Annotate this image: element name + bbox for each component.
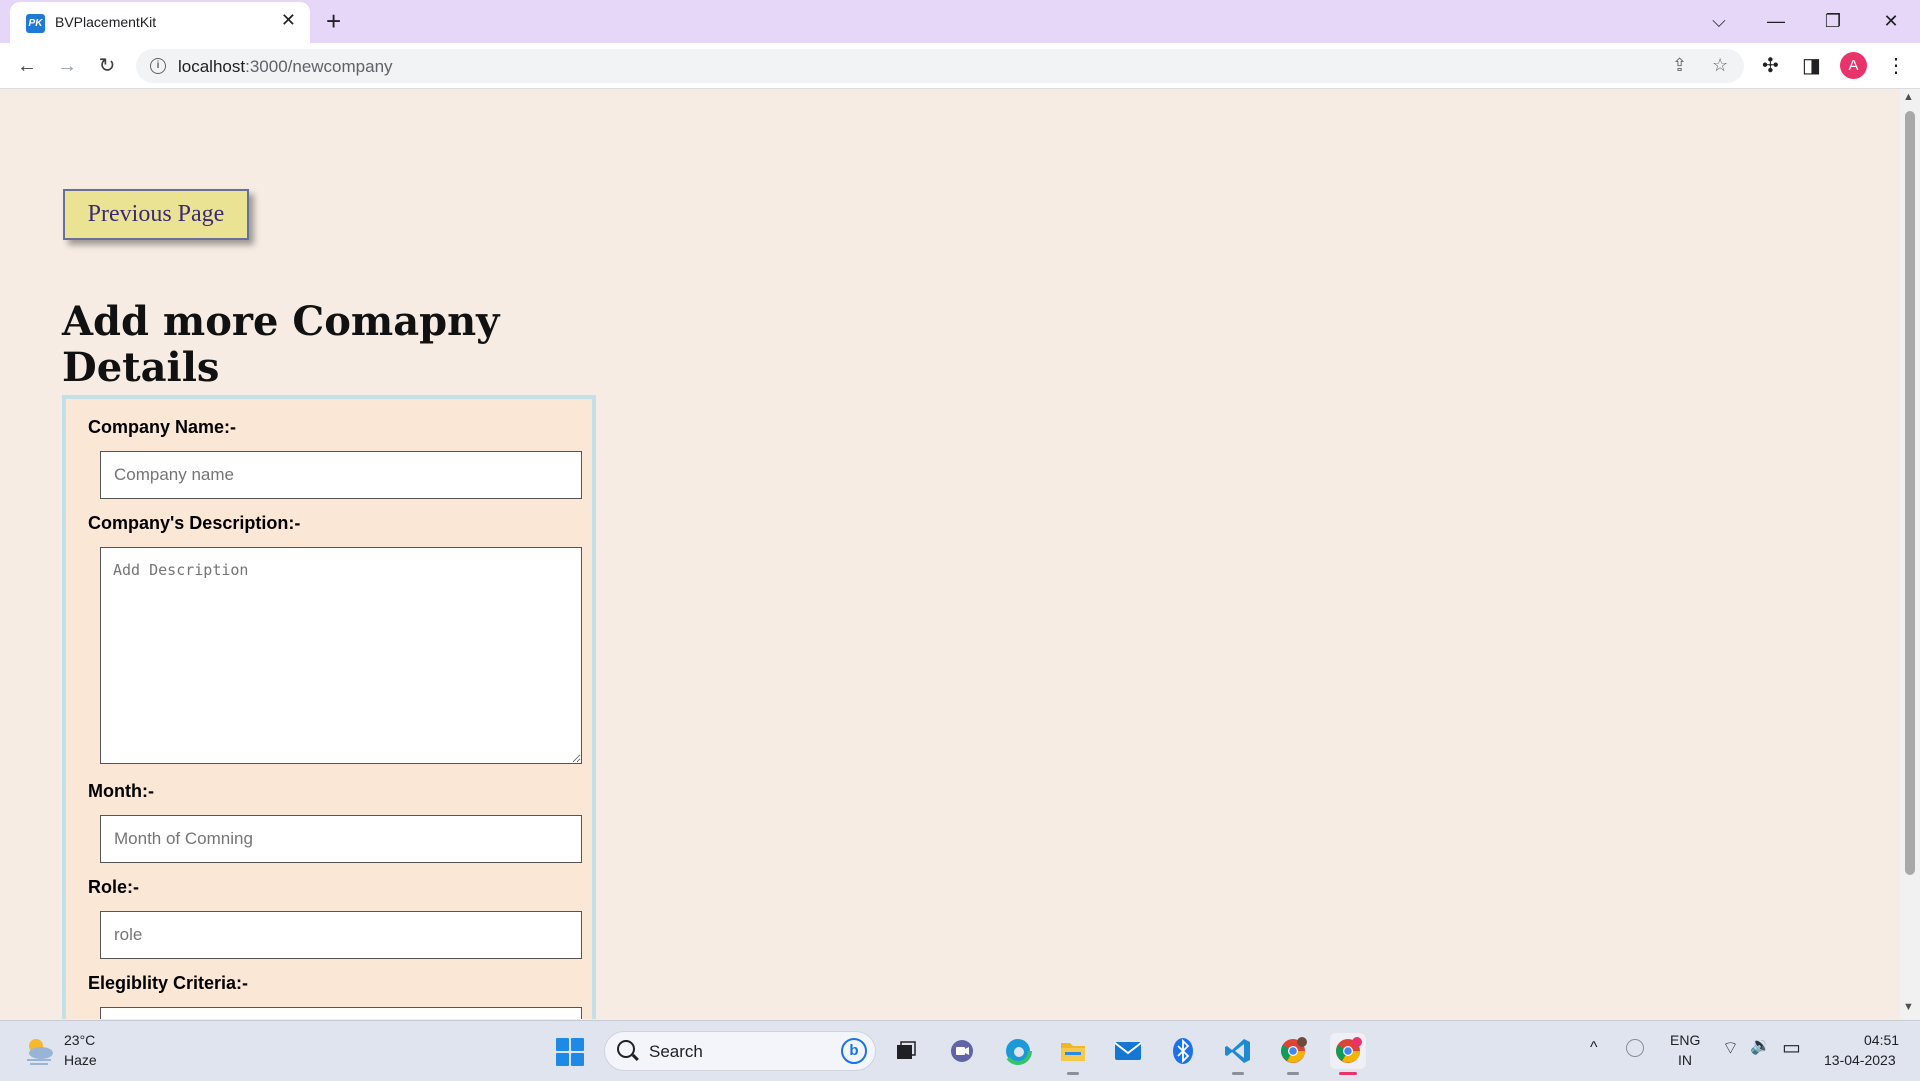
new-tab-button[interactable]: +: [326, 6, 341, 37]
volume-icon[interactable]: 🔉: [1750, 1036, 1771, 1056]
teams-chat-icon[interactable]: [944, 1033, 980, 1069]
chrome-profile-running-indicator: [1287, 1072, 1299, 1075]
vscode-running-indicator: [1232, 1072, 1244, 1075]
month-input[interactable]: [100, 815, 582, 863]
bing-icon[interactable]: b: [841, 1038, 867, 1064]
company-form: Company Name:- Company's Description:- M…: [62, 395, 596, 1019]
task-view-icon[interactable]: [888, 1033, 924, 1069]
eligibility-label: Elegiblity Criteria:-: [88, 973, 249, 993]
file-explorer-running-indicator: [1067, 1072, 1079, 1075]
minimize-button[interactable]: —: [1753, 6, 1799, 36]
search-label: Search: [649, 1042, 703, 1061]
description-label: Company's Description:-: [88, 513, 301, 533]
profile-avatar[interactable]: A: [1840, 52, 1867, 79]
address-bar[interactable]: i localhost:3000/newcompany ⇪ ☆: [136, 49, 1744, 83]
company-name-input[interactable]: [100, 451, 582, 499]
side-panel-icon[interactable]: ◨: [1802, 53, 1821, 78]
browser-menu-icon[interactable]: ⋮: [1886, 53, 1906, 78]
reload-icon[interactable]: ↻: [93, 52, 121, 80]
weather-description: Haze: [64, 1052, 97, 1068]
back-icon[interactable]: ←: [13, 52, 41, 80]
page-scrollbar[interactable]: ▲ ▼: [1900, 89, 1920, 1019]
edge-browser-icon[interactable]: [1000, 1033, 1036, 1069]
taskbar-search[interactable]: Search b: [604, 1031, 876, 1071]
company-name-label: Company Name:-: [88, 417, 237, 437]
language-indicator-in[interactable]: IN: [1678, 1052, 1692, 1068]
previous-page-button[interactable]: Previous Page: [63, 189, 249, 240]
share-icon[interactable]: ⇪: [1672, 55, 1687, 76]
scroll-thumb[interactable]: [1905, 111, 1915, 875]
bluetooth-icon[interactable]: [1165, 1033, 1201, 1069]
extensions-icon[interactable]: ✣: [1762, 53, 1779, 78]
url-path: :3000/newcompany: [245, 57, 393, 76]
windows-taskbar: 23°C Haze Search b ^ ENG IN ⌔ 🔉 ▭ 04:51 …: [0, 1020, 1920, 1081]
site-favicon-icon: PK: [26, 14, 45, 33]
scroll-down-icon[interactable]: ▼: [1903, 1001, 1914, 1013]
tab-close-icon[interactable]: ✕: [281, 10, 296, 31]
role-label: Role:-: [88, 877, 139, 897]
browser-toolbar: ← → ↻ i localhost:3000/newcompany ⇪ ☆ ✣ …: [0, 43, 1920, 89]
bookmark-star-icon[interactable]: ☆: [1712, 55, 1728, 76]
tab-title: BVPlacementKit: [55, 14, 157, 30]
clock-time[interactable]: 04:51: [1864, 1032, 1899, 1048]
url-host: localhost: [178, 57, 246, 76]
close-window-button[interactable]: ✕: [1868, 6, 1914, 36]
browser-title-bar: PK BVPlacementKit ✕ + ⌵ — ❐ ✕: [0, 0, 1920, 43]
chrome-active-indicator: [1339, 1072, 1357, 1075]
wifi-icon[interactable]: ⌔: [1722, 1037, 1739, 1060]
month-label: Month:-: [88, 781, 154, 801]
network-status-icon[interactable]: [1626, 1039, 1644, 1057]
weather-temperature: 23°C: [64, 1032, 96, 1048]
tray-overflow-chevron-icon[interactable]: ^: [1590, 1039, 1598, 1057]
windows-start-icon[interactable]: [556, 1038, 584, 1066]
role-input[interactable]: [100, 911, 582, 959]
chrome-active-icon[interactable]: [1330, 1033, 1366, 1075]
mail-icon[interactable]: [1110, 1033, 1146, 1069]
page-viewport: Previous Page Add more Comapny Details C…: [0, 89, 1900, 1019]
site-info-icon[interactable]: i: [150, 58, 166, 74]
scroll-up-icon[interactable]: ▲: [1903, 91, 1914, 103]
battery-icon[interactable]: ▭: [1782, 1035, 1801, 1060]
search-icon: [617, 1040, 635, 1058]
url-text[interactable]: localhost:3000/newcompany: [178, 57, 393, 77]
page-title: Add more Comapny Details: [62, 298, 500, 391]
file-explorer-icon[interactable]: [1055, 1033, 1091, 1075]
weather-haze-icon[interactable]: [22, 1033, 56, 1067]
tab-search-icon[interactable]: ⌵: [1696, 6, 1742, 36]
forward-icon[interactable]: →: [53, 52, 81, 80]
language-indicator-eng[interactable]: ENG: [1670, 1032, 1700, 1048]
vscode-icon[interactable]: [1220, 1033, 1256, 1075]
clock-date[interactable]: 13-04-2023: [1824, 1052, 1896, 1068]
description-textarea[interactable]: [100, 547, 582, 764]
restore-button[interactable]: ❐: [1810, 6, 1856, 36]
eligibility-input[interactable]: [100, 1007, 582, 1019]
browser-tab-active[interactable]: PK BVPlacementKit ✕: [10, 2, 310, 43]
chrome-profile-icon[interactable]: [1275, 1033, 1311, 1075]
